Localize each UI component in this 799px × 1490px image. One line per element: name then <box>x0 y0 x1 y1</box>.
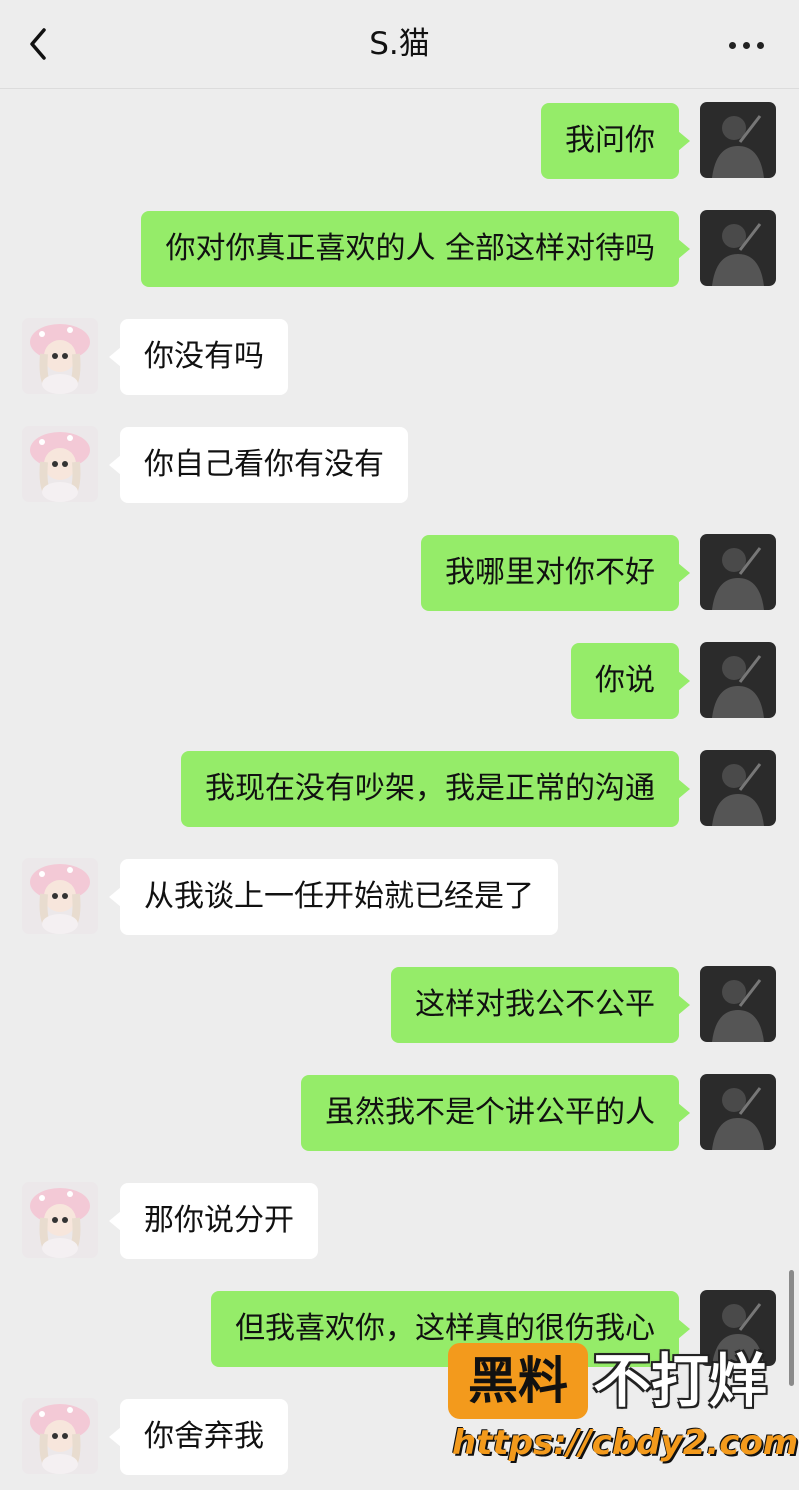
message-row: 我哪里对你不好 <box>0 534 799 612</box>
my-avatar[interactable] <box>700 534 776 610</box>
message-bubble[interactable]: 虽然我不是个讲公平的人 <box>301 1075 690 1151</box>
contact-avatar[interactable] <box>22 1182 98 1258</box>
message-row: 从我谈上一任开始就已经是了 <box>0 858 799 936</box>
message-bubble[interactable]: 我哪里对你不好 <box>421 535 690 611</box>
watermark-url: https://cbdy2.com <box>452 1423 799 1463</box>
contact-avatar[interactable] <box>22 858 98 934</box>
message-row: 虽然我不是个讲公平的人 <box>0 1074 799 1152</box>
message-row: 你没有吗 <box>0 318 799 396</box>
chat-title: S.猫 <box>369 26 430 62</box>
message-list[interactable]: 我问你 你对你真正喜欢的人 全部这样对待吗 你没有吗 你自己看你有没有 我哪里对… <box>0 88 799 1490</box>
message-bubble[interactable]: 这样对我公不公平 <box>391 967 690 1043</box>
message-row: 我现在没有吵架，我是正常的沟通 <box>0 750 799 828</box>
my-avatar[interactable] <box>700 210 776 286</box>
more-button[interactable] <box>729 38 769 52</box>
message-bubble[interactable]: 你舍弃我 <box>109 1399 288 1475</box>
message-bubble[interactable]: 那你说分开 <box>109 1183 318 1259</box>
contact-avatar[interactable] <box>22 318 98 394</box>
message-bubble[interactable]: 你没有吗 <box>109 319 288 395</box>
message-bubble[interactable]: 你对你真正喜欢的人 全部这样对待吗 <box>141 211 690 287</box>
my-avatar[interactable] <box>700 102 776 178</box>
message-bubble[interactable]: 你说 <box>571 643 690 719</box>
my-avatar[interactable] <box>700 966 776 1042</box>
my-avatar[interactable] <box>700 1074 776 1150</box>
my-avatar[interactable] <box>700 642 776 718</box>
contact-avatar[interactable] <box>22 1398 98 1474</box>
message-bubble[interactable]: 从我谈上一任开始就已经是了 <box>109 859 558 935</box>
message-row: 你说 <box>0 642 799 720</box>
message-row: 你对你真正喜欢的人 全部这样对待吗 <box>0 210 799 288</box>
message-row: 那你说分开 <box>0 1182 799 1260</box>
message-bubble[interactable]: 你自己看你有没有 <box>109 427 408 503</box>
more-dots-icon <box>729 41 736 49</box>
message-row: 这样对我公不公平 <box>0 966 799 1044</box>
my-avatar[interactable] <box>700 750 776 826</box>
watermark-text: 不打烊 <box>593 1347 768 1415</box>
contact-avatar[interactable] <box>22 426 98 502</box>
watermark-badge: 黑料 <box>448 1343 588 1419</box>
message-row: 你自己看你有没有 <box>0 426 799 504</box>
message-bubble[interactable]: 我问你 <box>541 103 690 179</box>
message-row: 我问你 <box>0 102 799 180</box>
chat-header: S.猫 <box>0 0 799 89</box>
message-bubble[interactable]: 我现在没有吵架，我是正常的沟通 <box>181 751 690 827</box>
scrollbar[interactable] <box>789 1270 794 1386</box>
watermark: 黑料 不打烊 https://cbdy2.com <box>448 1343 798 1473</box>
